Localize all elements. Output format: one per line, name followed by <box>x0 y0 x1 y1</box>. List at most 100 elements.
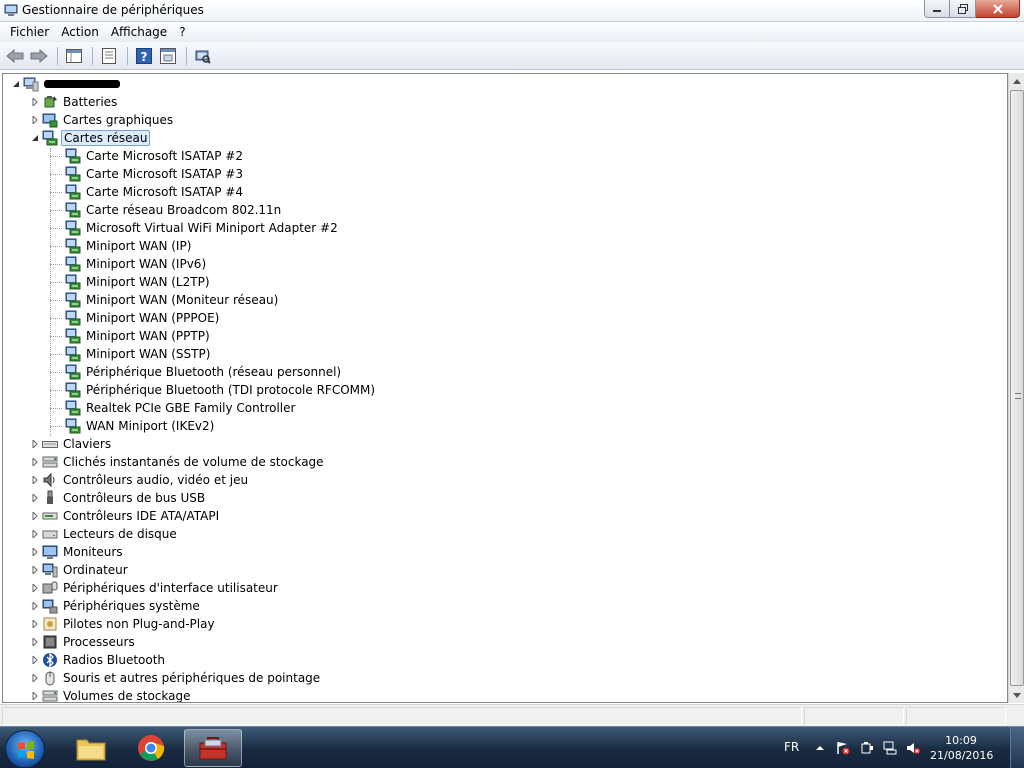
tree-category[interactable]: Claviers <box>30 435 113 453</box>
expand-arrow[interactable] <box>30 475 40 485</box>
tree-device-item[interactable]: Miniport WAN (SSTP) <box>50 345 212 363</box>
monitor-icon <box>42 544 58 560</box>
collapse-arrow[interactable] <box>11 79 21 89</box>
expand-arrow[interactable] <box>30 529 40 539</box>
expand-arrow[interactable] <box>30 547 40 557</box>
taskbar-chrome[interactable] <box>122 729 180 767</box>
menu-fichier[interactable]: Fichier <box>4 22 55 42</box>
minimize-button[interactable] <box>924 0 950 18</box>
power-icon[interactable] <box>860 741 874 755</box>
tree-category[interactable]: Périphériques système <box>30 597 202 615</box>
expand-arrow[interactable] <box>30 619 40 629</box>
clock[interactable]: 10:09 21/08/2016 <box>930 733 993 763</box>
forward-button[interactable] <box>28 45 50 67</box>
tree-category[interactable]: Pilotes non Plug-and-Play <box>30 615 217 633</box>
expand-arrow[interactable] <box>30 115 40 125</box>
tree-category[interactable]: Clichés instantanés de volume de stockag… <box>30 453 326 471</box>
expand-arrow[interactable] <box>30 457 40 467</box>
tree-device-item[interactable]: Realtek PCIe GBE Family Controller <box>50 399 297 417</box>
scroll-up-button[interactable] <box>1009 73 1024 89</box>
expand-arrow[interactable] <box>30 493 40 503</box>
tree-device-item[interactable]: Carte Microsoft ISATAP #2 <box>50 147 245 165</box>
volume-muted-icon[interactable] <box>906 741 920 755</box>
expand-arrow[interactable] <box>30 673 40 683</box>
tree-device-item[interactable]: Miniport WAN (PPPOE) <box>50 309 221 327</box>
tree-guide-dots <box>50 245 62 247</box>
processor-icon <box>42 634 58 650</box>
tree-category[interactable]: Cartes réseau <box>30 129 151 147</box>
show-desktop-button[interactable] <box>1010 727 1024 768</box>
tree-category-label: Contrôleurs IDE ATA/ATAPI <box>63 509 220 523</box>
expand-arrow[interactable] <box>30 583 40 593</box>
tree-device-item[interactable]: Miniport WAN (IPv6) <box>50 255 208 273</box>
expand-arrow[interactable] <box>30 439 40 449</box>
tree-device-item[interactable]: Carte réseau Broadcom 802.11n <box>50 201 283 219</box>
scroll-thumb[interactable] <box>1010 90 1024 686</box>
tree-device-item[interactable]: Miniport WAN (L2TP) <box>50 273 212 291</box>
expand-arrow[interactable] <box>30 637 40 647</box>
tree-guide-dots <box>50 299 62 301</box>
tree-category[interactable]: Cartes graphiques <box>30 111 175 129</box>
back-button[interactable] <box>4 45 26 67</box>
expand-arrow[interactable] <box>30 691 40 701</box>
network-adapter-icon <box>65 382 81 398</box>
start-button[interactable] <box>5 730 45 768</box>
properties-button[interactable] <box>98 45 120 67</box>
expand-arrow[interactable] <box>30 565 40 575</box>
tree-category[interactable]: Lecteurs de disque <box>30 525 179 543</box>
tree-root[interactable] <box>11 75 120 93</box>
expand-arrow[interactable] <box>30 601 40 611</box>
tree-category[interactable]: Volumes de stockage <box>30 687 193 702</box>
tree-device-label: Miniport WAN (IPv6) <box>86 257 207 271</box>
tree-guide-dots <box>50 155 62 157</box>
tree-device-item[interactable]: Carte Microsoft ISATAP #3 <box>50 165 245 183</box>
tree-category[interactable]: Contrôleurs de bus USB <box>30 489 207 507</box>
tree-category[interactable]: Souris et autres périphériques de pointa… <box>30 669 322 687</box>
show-hide-tree-button[interactable] <box>63 45 85 67</box>
device-tree[interactable]: Batteries Cartes graphiques Cartes réseau C… <box>2 73 1008 703</box>
tree-category[interactable]: Périphériques d'interface utilisateur <box>30 579 280 597</box>
collapse-arrow[interactable] <box>30 133 40 143</box>
tree-category[interactable]: Radios Bluetooth <box>30 651 167 669</box>
taskbar-device-manager[interactable] <box>184 729 242 767</box>
help-button[interactable]: ? <box>133 45 155 67</box>
scroll-down-button[interactable] <box>1009 687 1024 703</box>
tree-device-item[interactable]: Périphérique Bluetooth (TDI protocole RF… <box>50 381 377 399</box>
taskbar-explorer[interactable] <box>62 729 120 767</box>
language-indicator[interactable]: FR <box>784 740 799 754</box>
network-adapter-icon <box>65 256 81 272</box>
tree-category[interactable]: Contrôleurs IDE ATA/ATAPI <box>30 507 221 525</box>
update-driver-button[interactable] <box>157 45 179 67</box>
menu-help[interactable]: ? <box>173 22 191 42</box>
scan-hardware-button[interactable] <box>192 45 214 67</box>
network-icon[interactable] <box>883 741 897 755</box>
expand-arrow[interactable] <box>30 511 40 521</box>
tree-category[interactable]: Batteries <box>30 93 119 111</box>
tree-category[interactable]: Moniteurs <box>30 543 125 561</box>
help-icon: ? <box>136 47 152 64</box>
show-hidden-icons-icon[interactable] <box>813 741 827 755</box>
tree-device-item[interactable]: Périphérique Bluetooth (réseau personnel… <box>50 363 343 381</box>
menu-affichage[interactable]: Affichage <box>105 22 173 42</box>
system-device-icon <box>42 598 58 614</box>
toolbar: ? <box>0 42 1024 70</box>
close-button[interactable] <box>976 0 1020 18</box>
tree-category[interactable]: Processeurs <box>30 633 137 651</box>
tree-device-item[interactable]: Microsoft Virtual WiFi Miniport Adapter … <box>50 219 340 237</box>
expand-arrow[interactable] <box>30 655 40 665</box>
tree-category[interactable]: Ordinateur <box>30 561 130 579</box>
tree-device-item[interactable]: WAN Miniport (IKEv2) <box>50 417 216 435</box>
tree-device-item[interactable]: Carte Microsoft ISATAP #4 <box>50 183 245 201</box>
menu-action[interactable]: Action <box>55 22 105 42</box>
expand-arrow[interactable] <box>30 97 40 107</box>
tree-device-item[interactable]: Miniport WAN (IP) <box>50 237 193 255</box>
maximize-button[interactable] <box>950 0 976 18</box>
tree-device-item[interactable]: Miniport WAN (Moniteur réseau) <box>50 291 280 309</box>
tree-category-label: Contrôleurs de bus USB <box>63 491 206 505</box>
forward-icon <box>30 48 48 63</box>
tree-category[interactable]: Contrôleurs audio, vidéo et jeu <box>30 471 250 489</box>
tree-guide-dots <box>50 227 62 229</box>
vertical-scrollbar[interactable] <box>1008 73 1024 703</box>
action-center-icon[interactable] <box>836 741 850 755</box>
tree-device-item[interactable]: Miniport WAN (PPTP) <box>50 327 212 345</box>
